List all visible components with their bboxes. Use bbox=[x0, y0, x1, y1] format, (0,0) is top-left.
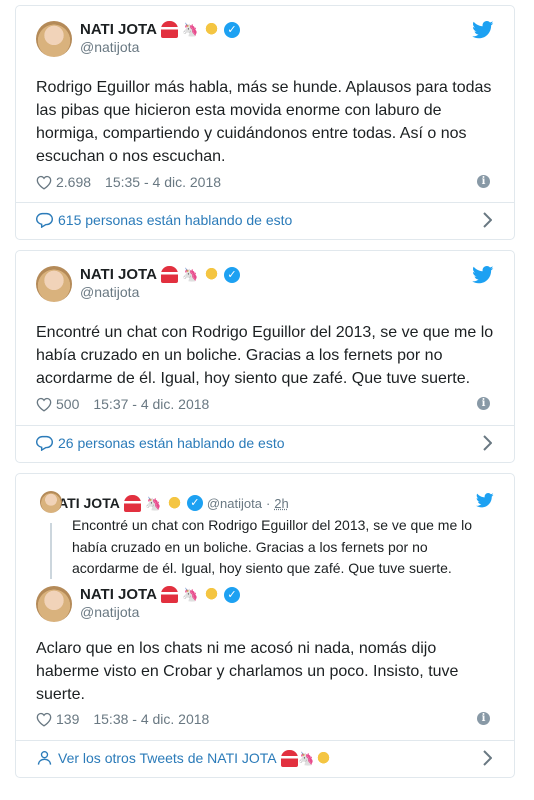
tweet-meta: 500 15:37 - 4 dic. 2018 i bbox=[36, 394, 494, 414]
woman-tipping-hand-icon bbox=[165, 494, 183, 512]
quoted-time[interactable]: 2h bbox=[274, 496, 288, 511]
tweet-header: NATI JOTA 🦄 ✓ @natijota bbox=[36, 21, 494, 61]
tweet-text: Rodrigo Eguillor más habla, más se hunde… bbox=[36, 79, 492, 165]
author-handle[interactable]: @natijota bbox=[80, 604, 240, 620]
circus-tent-icon bbox=[160, 586, 178, 603]
profile-link[interactable]: Ver los otros Tweets de NATI JOTA 🦄 bbox=[36, 746, 494, 770]
verified-badge-icon: ✓ bbox=[223, 21, 240, 38]
heart-icon[interactable] bbox=[36, 397, 52, 412]
tweet-header: NATI JOTA 🦄 ✓ @natijota bbox=[36, 586, 494, 626]
chevron-right-icon[interactable] bbox=[482, 212, 492, 228]
chevron-right-icon[interactable] bbox=[482, 750, 492, 766]
tweet-card-2[interactable]: NATI JOTA 🦄 ✓ @natijota Encontré un chat… bbox=[15, 250, 515, 463]
tweet-card-1[interactable]: NATI JOTA 🦄 ✓ @natijota Rodrigo Eguillor… bbox=[15, 5, 515, 240]
avatar[interactable] bbox=[36, 266, 72, 302]
unicorn-icon: 🦄 bbox=[145, 495, 162, 511]
twitter-bird-icon[interactable] bbox=[472, 21, 494, 39]
divider bbox=[16, 425, 514, 426]
tweet-meta: 2.698 15:35 - 4 dic. 2018 i bbox=[36, 172, 494, 192]
like-count[interactable]: 139 bbox=[56, 711, 79, 727]
verified-badge-icon: ✓ bbox=[186, 495, 203, 511]
woman-tipping-hand-icon bbox=[202, 266, 220, 283]
circus-tent-icon bbox=[280, 749, 298, 767]
timestamp[interactable]: 15:37 - 4 dic. 2018 bbox=[93, 396, 209, 412]
author-name[interactable]: NATI JOTA bbox=[80, 586, 157, 603]
heart-icon[interactable] bbox=[36, 175, 52, 190]
verified-badge-icon: ✓ bbox=[223, 586, 240, 603]
person-icon bbox=[37, 751, 52, 765]
timestamp[interactable]: 15:38 - 4 dic. 2018 bbox=[93, 711, 209, 727]
separator-dot: · bbox=[265, 495, 271, 511]
avatar[interactable] bbox=[40, 491, 62, 513]
like-count[interactable]: 500 bbox=[56, 396, 79, 412]
woman-tipping-hand-icon bbox=[314, 749, 332, 767]
verified-badge-icon: ✓ bbox=[223, 266, 240, 283]
conversation-label[interactable]: 26 personas están hablando de esto bbox=[58, 435, 285, 451]
twitter-bird-icon[interactable] bbox=[476, 493, 494, 508]
circus-tent-icon bbox=[123, 494, 141, 512]
author-handle[interactable]: @natijota bbox=[80, 39, 240, 55]
circus-tent-icon bbox=[160, 21, 178, 38]
chevron-right-icon[interactable] bbox=[482, 435, 492, 451]
info-icon[interactable]: i bbox=[477, 712, 490, 725]
like-count[interactable]: 2.698 bbox=[56, 174, 91, 190]
tweet-card-3[interactable]: NATI JOTA 🦄 ✓ @natijota · 2h Encontré un… bbox=[15, 473, 515, 778]
speech-bubble-icon bbox=[36, 212, 53, 228]
heart-icon[interactable] bbox=[36, 712, 52, 727]
woman-tipping-hand-icon bbox=[202, 21, 220, 38]
tweet-header: NATI JOTA 🦄 ✓ @natijota bbox=[36, 266, 494, 306]
author-name[interactable]: NATI JOTA bbox=[80, 266, 157, 283]
conversation-label[interactable]: 615 personas están hablando de esto bbox=[58, 212, 292, 228]
quote-thread-line bbox=[50, 523, 52, 579]
avatar[interactable] bbox=[36, 586, 72, 622]
conversation-link[interactable]: 615 personas están hablando de esto bbox=[36, 208, 494, 232]
twitter-bird-icon[interactable] bbox=[472, 266, 494, 284]
unicorn-icon: 🦄 bbox=[182, 267, 199, 282]
info-icon[interactable]: i bbox=[477, 397, 490, 410]
author-handle[interactable]: @natijota bbox=[80, 284, 240, 300]
quoted-author-handle[interactable]: @natijota bbox=[207, 496, 262, 511]
tweet-meta: 139 15:38 - 4 dic. 2018 i bbox=[36, 709, 494, 729]
quoted-text: Encontré un chat con Rodrigo Eguillor de… bbox=[72, 517, 473, 576]
unicorn-icon: 🦄 bbox=[298, 750, 315, 766]
circus-tent-icon bbox=[160, 266, 178, 283]
unicorn-icon: 🦄 bbox=[182, 587, 199, 602]
author-name[interactable]: NATI JOTA bbox=[80, 21, 157, 38]
woman-tipping-hand-icon bbox=[202, 586, 220, 603]
profile-link-label[interactable]: Ver los otros Tweets de NATI JOTA bbox=[58, 750, 277, 766]
divider bbox=[16, 202, 514, 203]
timestamp[interactable]: 15:35 - 4 dic. 2018 bbox=[105, 174, 221, 190]
info-icon[interactable]: i bbox=[477, 175, 490, 188]
speech-bubble-icon bbox=[36, 435, 53, 451]
conversation-link[interactable]: 26 personas están hablando de esto bbox=[36, 431, 494, 455]
avatar[interactable] bbox=[36, 21, 72, 57]
quoted-tweet[interactable]: NATI JOTA 🦄 ✓ @natijota · 2h Encontré un… bbox=[40, 491, 494, 579]
unicorn-icon: 🦄 bbox=[182, 22, 199, 37]
divider bbox=[16, 740, 514, 741]
tweet-text: Aclaro que en los chats ni me acosó ni n… bbox=[36, 640, 459, 703]
tweet-text: Encontré un chat con Rodrigo Eguillor de… bbox=[36, 324, 494, 387]
